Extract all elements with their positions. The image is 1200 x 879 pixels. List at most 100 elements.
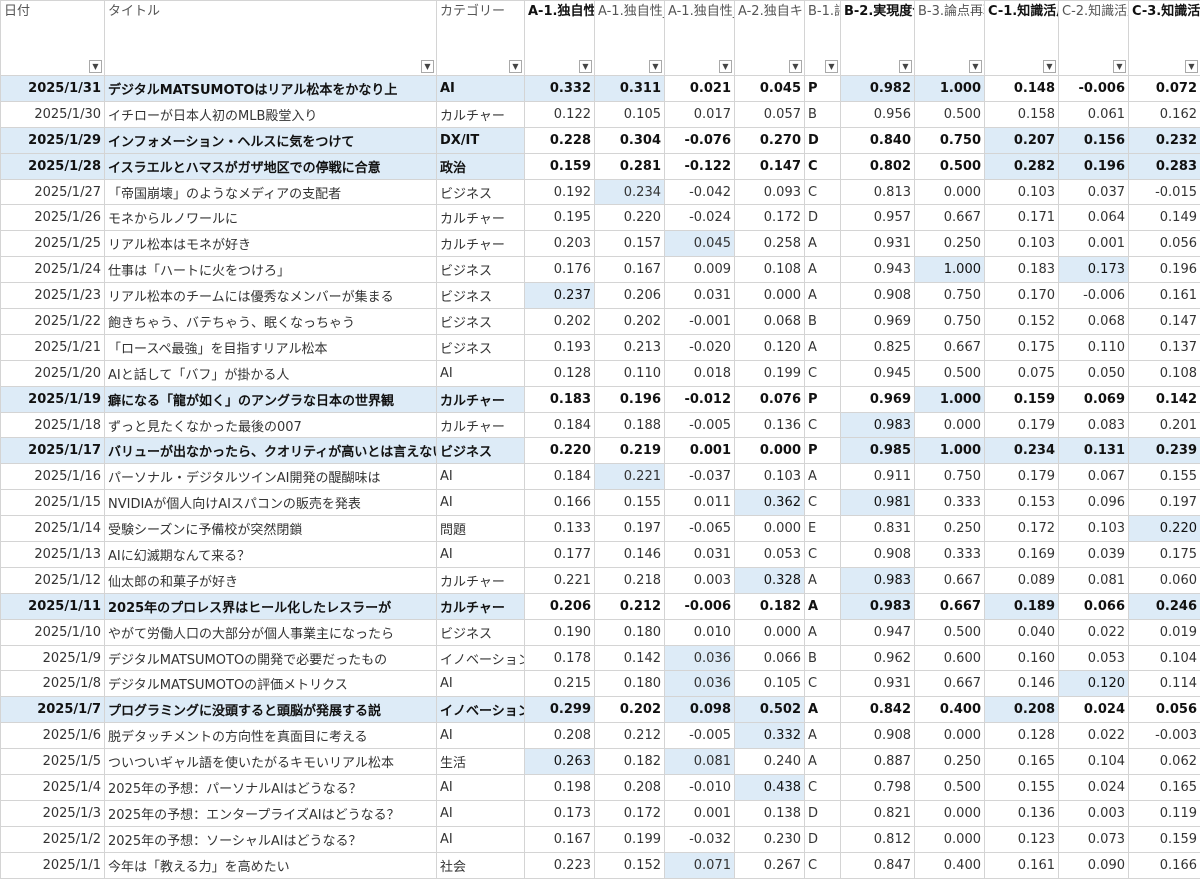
metric-cell[interactable]: 1.000 — [915, 257, 985, 283]
title-cell[interactable]: プログラミングに没頭すると頭脳が発展する説 — [105, 697, 437, 723]
metric-cell[interactable]: 0.003 — [665, 567, 735, 593]
metric-cell[interactable]: 0.178 — [525, 645, 595, 671]
metric-cell[interactable]: 0.983 — [841, 593, 915, 619]
filter-dropdown-icon[interactable]: ▼ — [899, 60, 912, 73]
metric-cell[interactable]: 0.165 — [985, 749, 1059, 775]
metric-cell[interactable]: 0.206 — [525, 593, 595, 619]
rating-cell[interactable]: A — [805, 567, 841, 593]
metric-cell[interactable]: 0.176 — [525, 257, 595, 283]
metric-cell[interactable]: 1.000 — [915, 438, 985, 464]
rating-cell[interactable]: C — [805, 412, 841, 438]
filter-dropdown-icon[interactable]: ▼ — [421, 60, 434, 73]
metric-cell[interactable]: 0.045 — [665, 231, 735, 257]
metric-cell[interactable]: 0.064 — [1059, 205, 1129, 231]
metric-cell[interactable]: 0.017 — [665, 101, 735, 127]
metric-cell[interactable]: 0.189 — [985, 593, 1059, 619]
title-cell[interactable]: モネからルノワールに — [105, 205, 437, 231]
rating-cell[interactable]: E — [805, 516, 841, 542]
metric-cell[interactable]: 0.050 — [1059, 360, 1129, 386]
rating-cell[interactable]: A — [805, 723, 841, 749]
metric-cell[interactable]: -0.006 — [1059, 76, 1129, 102]
date-cell[interactable]: 2025/1/10 — [1, 619, 105, 645]
metric-cell[interactable]: 0.031 — [665, 542, 735, 568]
rating-cell[interactable]: C — [805, 852, 841, 878]
metric-cell[interactable]: 0.667 — [915, 205, 985, 231]
metric-cell[interactable]: -0.001 — [665, 309, 735, 335]
title-cell[interactable]: イスラエルとハマスがガザ地区での停戦に合意 — [105, 153, 437, 179]
metric-cell[interactable]: 0.182 — [735, 593, 805, 619]
metric-cell[interactable]: 0.206 — [595, 283, 665, 309]
title-cell[interactable]: リアル松本はモネが好き — [105, 231, 437, 257]
metric-cell[interactable]: 0.246 — [1129, 593, 1200, 619]
title-cell[interactable]: 2025年のプロレス界はヒール化したレスラーが — [105, 593, 437, 619]
metric-cell[interactable]: 0.199 — [735, 360, 805, 386]
title-cell[interactable]: 2025年の予想：パーソナルAIはどうなる？ — [105, 775, 437, 801]
metric-cell[interactable]: 0.105 — [595, 101, 665, 127]
metric-cell[interactable]: 0.019 — [1129, 619, 1200, 645]
metric-cell[interactable]: 0.193 — [525, 334, 595, 360]
metric-cell[interactable]: 0.010 — [665, 619, 735, 645]
title-cell[interactable]: デジタルMATSUMOTOの開発で必要だったもの — [105, 645, 437, 671]
metric-cell[interactable]: 0.060 — [1129, 567, 1200, 593]
metric-cell[interactable]: 0.069 — [1059, 386, 1129, 412]
date-cell[interactable]: 2025/1/24 — [1, 257, 105, 283]
metric-cell[interactable]: 0.000 — [735, 619, 805, 645]
metric-cell[interactable]: 0.093 — [735, 179, 805, 205]
category-cell[interactable]: AI — [437, 360, 525, 386]
date-cell[interactable]: 2025/1/4 — [1, 775, 105, 801]
metric-cell[interactable]: 0.108 — [735, 257, 805, 283]
category-cell[interactable]: AI — [437, 826, 525, 852]
metric-cell[interactable]: 0.152 — [985, 309, 1059, 335]
metric-cell[interactable]: 0.122 — [525, 101, 595, 127]
metric-cell[interactable]: 0.887 — [841, 749, 915, 775]
metric-cell[interactable]: 0.195 — [525, 205, 595, 231]
metric-cell[interactable]: 0.142 — [595, 645, 665, 671]
metric-cell[interactable]: 0.750 — [915, 464, 985, 490]
rating-cell[interactable]: C — [805, 360, 841, 386]
metric-cell[interactable]: 0.983 — [841, 412, 915, 438]
metric-cell[interactable]: 0.847 — [841, 852, 915, 878]
metric-cell[interactable]: 0.600 — [915, 645, 985, 671]
category-cell[interactable]: DX/IT — [437, 127, 525, 153]
category-cell[interactable]: カルチャー — [437, 567, 525, 593]
metric-cell[interactable]: 0.180 — [595, 671, 665, 697]
metric-cell[interactable]: 0.281 — [595, 153, 665, 179]
metric-cell[interactable]: 0.146 — [985, 671, 1059, 697]
metric-cell[interactable]: -0.003 — [1129, 723, 1200, 749]
metric-cell[interactable]: -0.037 — [665, 464, 735, 490]
metric-cell[interactable]: 1.000 — [915, 386, 985, 412]
metric-cell[interactable]: 0.333 — [915, 490, 985, 516]
metric-cell[interactable]: -0.032 — [665, 826, 735, 852]
metric-cell[interactable]: 0.142 — [1129, 386, 1200, 412]
metric-cell[interactable]: 0.911 — [841, 464, 915, 490]
metric-cell[interactable]: 0.215 — [525, 671, 595, 697]
filter-dropdown-icon[interactable]: ▼ — [825, 60, 838, 73]
metric-cell[interactable]: 0.813 — [841, 179, 915, 205]
metric-cell[interactable]: 0.842 — [841, 697, 915, 723]
metric-cell[interactable]: -0.006 — [665, 593, 735, 619]
title-cell[interactable]: 2025年の予想：ソーシャルAIはどうなる？ — [105, 826, 437, 852]
metric-cell[interactable]: 0.983 — [841, 567, 915, 593]
metric-cell[interactable]: 0.202 — [525, 309, 595, 335]
date-cell[interactable]: 2025/1/5 — [1, 749, 105, 775]
date-cell[interactable]: 2025/1/19 — [1, 386, 105, 412]
metric-cell[interactable]: 0.500 — [915, 153, 985, 179]
metric-cell[interactable]: 0.159 — [985, 386, 1059, 412]
metric-cell[interactable]: 0.021 — [665, 76, 735, 102]
metric-cell[interactable]: 0.825 — [841, 334, 915, 360]
title-cell[interactable]: ついついギャル語を使いたがるキモいリアル松本 — [105, 749, 437, 775]
title-cell[interactable]: やがて労働人口の大部分が個人事業主になったら — [105, 619, 437, 645]
category-cell[interactable]: 政治 — [437, 153, 525, 179]
category-cell[interactable]: カルチャー — [437, 593, 525, 619]
metric-cell[interactable]: 0.203 — [525, 231, 595, 257]
metric-cell[interactable]: 0.000 — [915, 800, 985, 826]
metric-cell[interactable]: 0.149 — [1129, 205, 1200, 231]
rating-cell[interactable]: A — [805, 749, 841, 775]
date-cell[interactable]: 2025/1/12 — [1, 567, 105, 593]
rating-cell[interactable]: A — [805, 231, 841, 257]
metric-cell[interactable]: 0.400 — [915, 697, 985, 723]
title-cell[interactable]: 「ロースペ最強」を目指すリアル松本 — [105, 334, 437, 360]
category-cell[interactable]: ビジネス — [437, 283, 525, 309]
category-cell[interactable]: 生活 — [437, 749, 525, 775]
metric-cell[interactable]: 0.400 — [915, 852, 985, 878]
